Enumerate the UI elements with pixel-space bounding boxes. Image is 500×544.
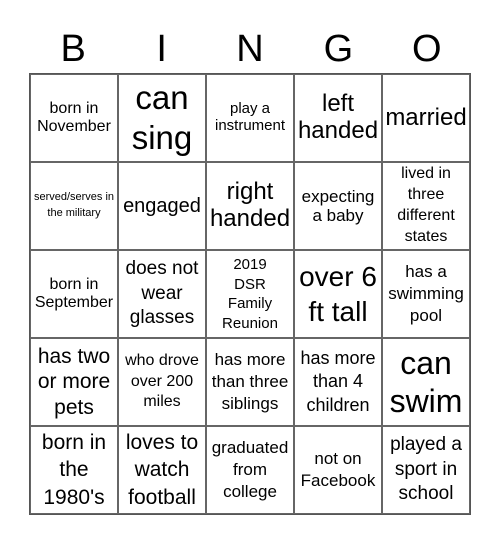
bingo-cell[interactable]: served/serves in the military [30, 162, 118, 250]
bingo-cell[interactable]: who drove over 200 miles [118, 338, 206, 426]
bingo-cell[interactable]: lived in three different states [382, 162, 470, 250]
cell-text: has two or more pets [37, 345, 111, 419]
cell-text: has more than 4 children [300, 347, 376, 415]
header-letter-o: O [412, 28, 442, 70]
header-letter-n: N [236, 28, 264, 70]
bingo-cell[interactable]: can sing [118, 74, 206, 162]
bingo-cell[interactable]: right handed [206, 162, 294, 250]
bingo-cell[interactable]: graduated from college [206, 426, 294, 514]
bingo-cell[interactable]: engaged [118, 162, 206, 250]
cell-text: lived in three different states [397, 165, 455, 245]
cell-text: has a swimming pool [388, 261, 464, 326]
bingo-header: B I N G O [29, 26, 471, 72]
bingo-cell[interactable]: does not wear glasses [118, 250, 206, 338]
bingo-cell[interactable]: can swim [382, 338, 470, 426]
bingo-cell[interactable]: born in the 1980's [30, 426, 118, 514]
bingo-cell[interactable]: not on Facebook [294, 426, 382, 514]
bingo-cell[interactable]: born in November [30, 74, 118, 162]
bingo-cell[interactable]: left handed [294, 74, 382, 162]
cell-text: played a sport in school [390, 433, 462, 505]
cell-text: born in September [34, 276, 114, 311]
cell-text: graduated from college [211, 437, 289, 502]
cell-text: 2019 DSR Family Reunion [222, 256, 278, 332]
bingo-cell[interactable]: has more than three siblings [206, 338, 294, 426]
cell-text: can swim [389, 344, 463, 419]
cell-text: served/serves in the military [33, 191, 115, 219]
cell-text: does not wear glasses [125, 257, 199, 329]
bingo-cell[interactable]: expecting a baby [294, 162, 382, 250]
bingo-cell[interactable]: play a instrument [206, 74, 294, 162]
header-letter-b: B [60, 28, 86, 70]
bingo-cell[interactable]: has two or more pets [30, 338, 118, 426]
cell-text: has more than three siblings [211, 349, 289, 414]
bingo-cell[interactable]: born in September [30, 250, 118, 338]
cell-text: engaged [123, 194, 201, 217]
cell-text: not on Facebook [300, 448, 376, 490]
cell-text: play a instrument [214, 100, 286, 134]
header-letter-g: G [323, 28, 354, 70]
cell-text: loves to watch football [125, 431, 199, 509]
cell-text: married [385, 103, 467, 131]
bingo-cell[interactable]: has a swimming pool [382, 250, 470, 338]
cell-text: born in the 1980's [41, 431, 107, 509]
bingo-cell[interactable]: loves to watch football [118, 426, 206, 514]
bingo-cell[interactable]: 2019 DSR Family Reunion [206, 250, 294, 338]
cell-text: left handed [297, 90, 379, 144]
cell-text: born in November [37, 100, 111, 135]
cell-text: who drove over 200 miles [125, 351, 199, 411]
bingo-grid: born in November can sing play a instrum… [29, 73, 471, 515]
cell-text: can sing [131, 79, 193, 156]
bingo-cell[interactable]: over 6 ft tall [294, 250, 382, 338]
bingo-cell[interactable]: has more than 4 children [294, 338, 382, 426]
bingo-cell[interactable]: played a sport in school [382, 426, 470, 514]
cell-text: right handed [209, 178, 291, 232]
header-letter-i: I [156, 28, 167, 70]
cell-text: over 6 ft tall [299, 261, 377, 327]
cell-text: expecting a baby [301, 186, 375, 225]
bingo-cell[interactable]: married [382, 74, 470, 162]
